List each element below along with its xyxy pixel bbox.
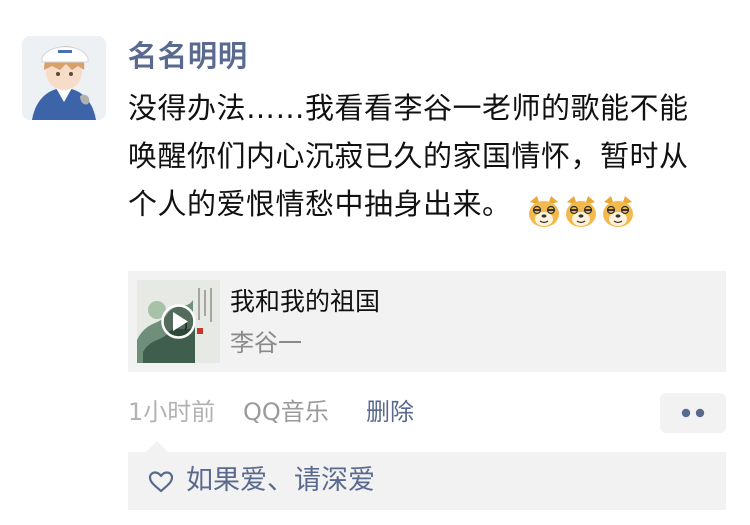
liker-names[interactable]: 如果爱、请深爱 <box>186 462 375 500</box>
song-title: 我和我的祖国 <box>230 287 381 316</box>
likes-pointer <box>146 441 168 452</box>
post-time: 1小时前 <box>128 398 216 426</box>
delete-button[interactable]: 删除 <box>366 394 414 430</box>
heart-outline-icon <box>148 471 174 493</box>
album-cover <box>137 280 220 363</box>
emoji-group <box>526 186 637 234</box>
username[interactable]: 名名明明 <box>128 36 248 76</box>
likes-section: 如果爱、请深爱 <box>128 441 726 510</box>
music-share-card[interactable]: 我和我的祖国 李谷一 <box>128 271 726 372</box>
post-source[interactable]: QQ音乐 <box>243 394 329 430</box>
dog-face-emoji <box>602 196 633 227</box>
song-artist: 李谷一 <box>230 329 302 357</box>
play-icon[interactable] <box>137 280 220 363</box>
avatar-image <box>22 36 106 120</box>
more-options-button[interactable] <box>660 393 726 433</box>
dog-face-emoji <box>565 196 596 227</box>
dog-face-emoji <box>528 196 559 227</box>
avatar[interactable] <box>22 36 106 120</box>
more-dots-icon <box>681 408 705 418</box>
post-text: 没得办法……我看看李谷一老师的歌能不能唤醒你们内心沉寂已久的家国情怀，暂时从个人… <box>128 84 708 234</box>
